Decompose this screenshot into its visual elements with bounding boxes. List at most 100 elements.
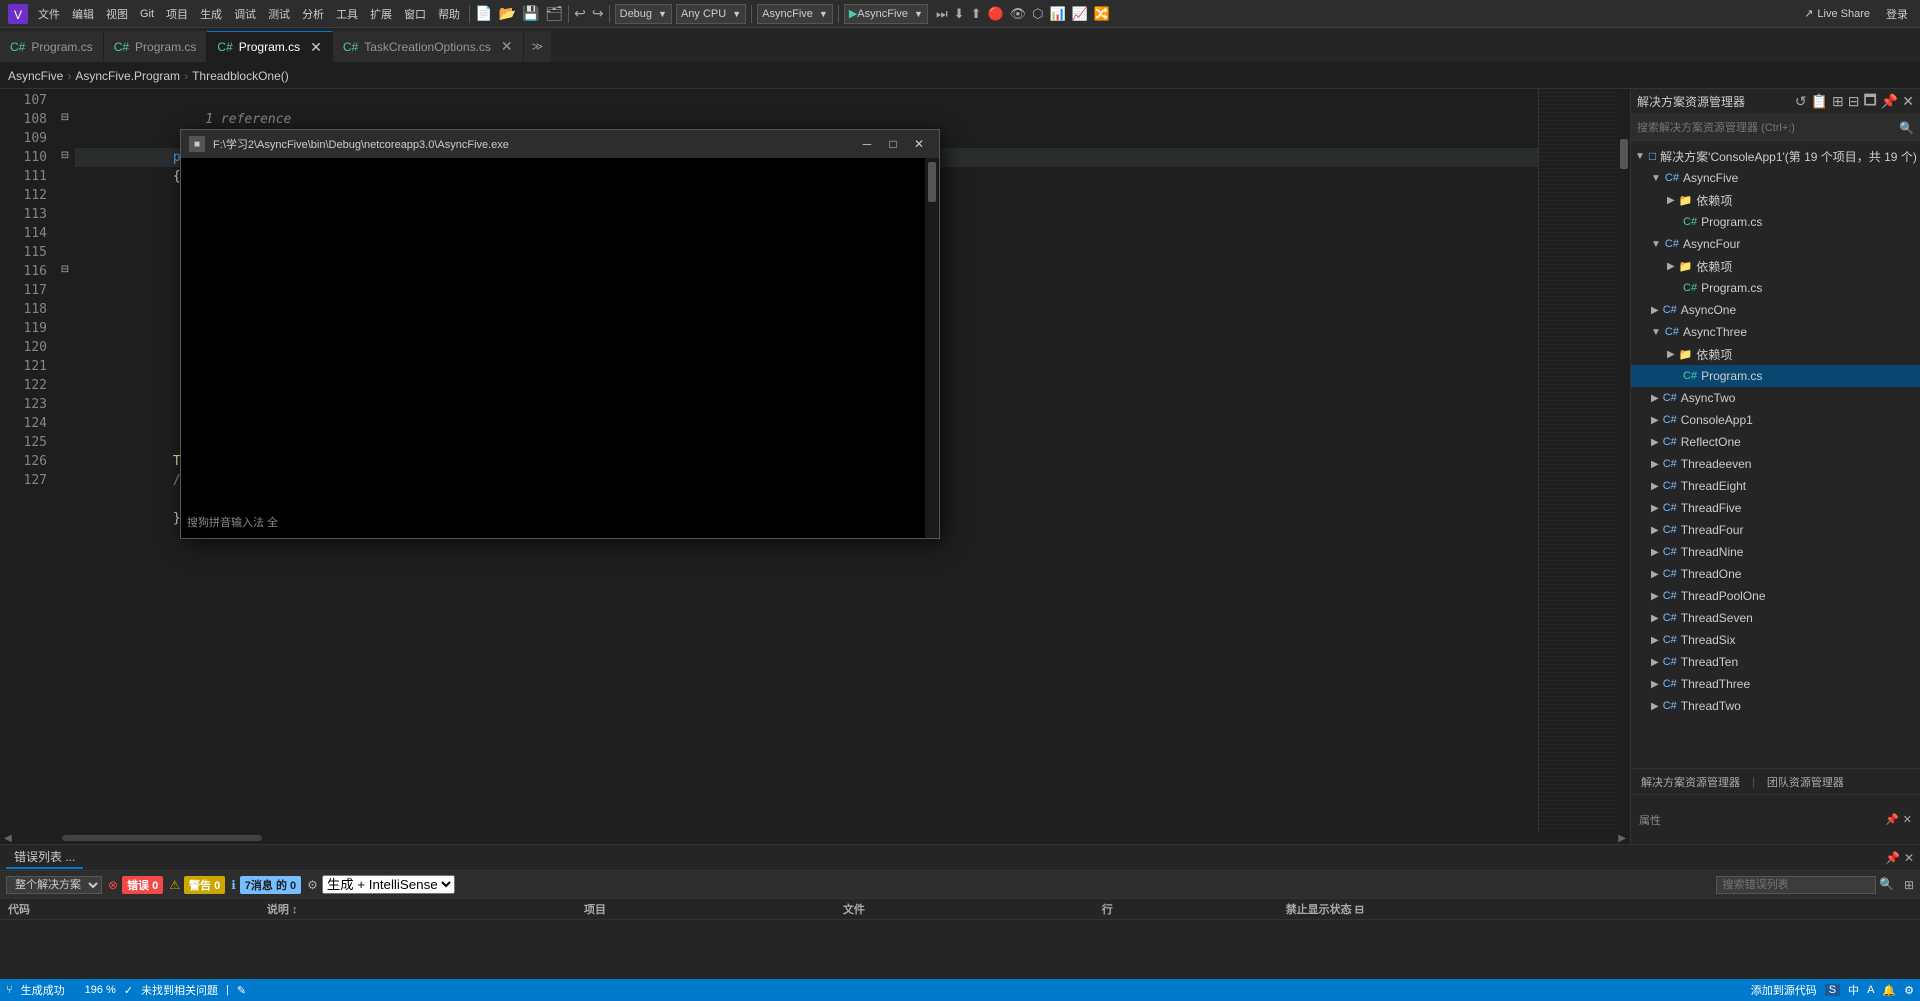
- asynctwo-expand[interactable]: ▶: [1651, 393, 1659, 404]
- tree-asyncthree-deps[interactable]: ▶ 📁 依赖项: [1631, 343, 1920, 365]
- error-search-input[interactable]: [1716, 876, 1876, 894]
- breadcrumb-ns[interactable]: AsyncFive: [8, 69, 63, 83]
- menu-file[interactable]: 文件: [32, 4, 66, 24]
- tree-threadfour[interactable]: ▶ C# ThreadFour: [1631, 519, 1920, 541]
- asyncfour-expand[interactable]: ▼: [1651, 239, 1661, 250]
- asyncone-expand[interactable]: ▶: [1651, 305, 1659, 316]
- vertical-scrollbar[interactable]: [1618, 89, 1630, 832]
- toolbar-step-out[interactable]: ⬆: [969, 6, 984, 22]
- scroll-left-arrow[interactable]: ◀: [4, 833, 12, 844]
- col-desc[interactable]: 说明 ↕: [259, 899, 576, 920]
- menu-debug[interactable]: 调试: [228, 4, 262, 24]
- toolbar-mem[interactable]: 📊: [1048, 6, 1068, 22]
- menu-tools[interactable]: 工具: [330, 4, 364, 24]
- scope-dropdown[interactable]: 整个解决方案: [6, 876, 102, 894]
- sync-icon[interactable]: ↺: [1795, 93, 1807, 110]
- info-badge[interactable]: 7消息 的 0: [240, 876, 301, 894]
- register-button[interactable]: 登录: [1878, 4, 1916, 24]
- console-scrollbar-thumb[interactable]: [928, 162, 936, 202]
- breadcrumb-class[interactable]: AsyncFive.Program: [75, 69, 180, 83]
- tab-program1[interactable]: C# Program.cs: [0, 31, 104, 62]
- menu-project[interactable]: 项目: [160, 4, 194, 24]
- project-dropdown[interactable]: AsyncFive ▼: [757, 4, 833, 24]
- toolbar-redo-icon[interactable]: ↪: [590, 5, 606, 22]
- solution-root[interactable]: ▼ □ 解决方案'ConsoleApp1'(第 19 个项目，共 19 个): [1631, 145, 1920, 167]
- col-suppress[interactable]: 禁止显示状态 ⊟: [1278, 899, 1920, 920]
- tree-asyncfour-program[interactable]: C# Program.cs: [1631, 277, 1920, 299]
- toolbar-new-icon[interactable]: 📄: [473, 5, 494, 22]
- error-list-tab[interactable]: 错误列表 ...: [6, 846, 83, 869]
- build-filter-dropdown[interactable]: 生成 + IntelliSense: [322, 875, 455, 894]
- tree-threadfive[interactable]: ▶ C# ThreadFive: [1631, 497, 1920, 519]
- zoom-level[interactable]: 196 %: [85, 984, 116, 996]
- notifications-icon[interactable]: 🔔: [1882, 984, 1896, 997]
- properties-pin-icon[interactable]: 📌: [1885, 813, 1899, 826]
- tab-close-4[interactable]: ✕: [501, 38, 513, 55]
- cpu-dropdown[interactable]: Any CPU ▼: [676, 4, 746, 24]
- toolbar-perf[interactable]: 📈: [1070, 6, 1090, 22]
- asyncfive-expand[interactable]: ▼: [1651, 173, 1661, 184]
- console-body[interactable]: 搜狗拼音输入法 全: [181, 158, 939, 538]
- threadthree-expand[interactable]: ▶: [1651, 679, 1659, 690]
- col-project[interactable]: 项目: [576, 899, 835, 920]
- tree-asyncfive-program[interactable]: C# Program.cs: [1631, 211, 1920, 233]
- toolbar-hex[interactable]: ⬡: [1030, 6, 1045, 22]
- threadpoolone-expand[interactable]: ▶: [1651, 591, 1659, 602]
- menu-window[interactable]: 窗口: [398, 4, 432, 24]
- toolbar-step-over[interactable]: ⏭: [934, 6, 950, 22]
- solution-search-input[interactable]: [1637, 122, 1899, 134]
- toolbar-open-icon[interactable]: 📂: [497, 5, 518, 22]
- tree-threadeeven[interactable]: ▶ C# Threadeeven: [1631, 453, 1920, 475]
- toolbar-breakpoints[interactable]: 🔴: [985, 6, 1005, 22]
- pin-bottom-icon[interactable]: 📌: [1885, 851, 1900, 865]
- tree-asyncfive[interactable]: ▼ C# AsyncFive: [1631, 167, 1920, 189]
- asyncthree-deps-expand[interactable]: ▶: [1667, 349, 1675, 360]
- threadfive-expand[interactable]: ▶: [1651, 503, 1659, 514]
- team-explorer-tab[interactable]: 团队资源管理器: [1763, 772, 1848, 792]
- threadseven-expand[interactable]: ▶: [1651, 613, 1659, 624]
- warning-badge[interactable]: 警告 0: [184, 876, 225, 894]
- new-solution-explorer-icon[interactable]: 🗖: [1864, 90, 1877, 114]
- console-close[interactable]: ✕: [907, 136, 931, 152]
- menu-test[interactable]: 测试: [262, 4, 296, 24]
- tree-threadnine[interactable]: ▶ C# ThreadNine: [1631, 541, 1920, 563]
- add-to-source[interactable]: 添加到源代码: [1751, 982, 1817, 998]
- tree-asyncone[interactable]: ▶ C# AsyncOne: [1631, 299, 1920, 321]
- search-icon-right[interactable]: 🔍: [1879, 877, 1894, 891]
- consoleapp1-expand[interactable]: ▶: [1651, 415, 1659, 426]
- properties-close-icon[interactable]: ✕: [1903, 813, 1912, 826]
- tree-threadtwo[interactable]: ▶ C# ThreadTwo: [1631, 695, 1920, 717]
- solution-explorer-tab[interactable]: 解决方案资源管理器: [1637, 772, 1744, 792]
- scroll-right-arrow[interactable]: ▶: [1618, 833, 1626, 844]
- menu-view[interactable]: 视图: [100, 4, 134, 24]
- tree-consoleapp1[interactable]: ▶ C# ConsoleApp1: [1631, 409, 1920, 431]
- collapse-116[interactable]: ⊟: [61, 264, 69, 275]
- live-share-button[interactable]: ↗ Live Share: [1796, 5, 1878, 22]
- settings-status-icon[interactable]: ⚙: [1904, 984, 1914, 997]
- deps-expand[interactable]: ▶: [1667, 195, 1675, 206]
- filter-icon[interactable]: ⊞: [1832, 93, 1844, 110]
- col-file[interactable]: 文件: [835, 899, 1094, 920]
- menu-help[interactable]: 帮助: [432, 4, 466, 24]
- tree-asyncthree-program[interactable]: C# Program.cs: [1631, 365, 1920, 387]
- close-panel-icon[interactable]: ✕: [1902, 93, 1914, 110]
- threadnine-expand[interactable]: ▶: [1651, 547, 1659, 558]
- toolbar-undo-icon[interactable]: ↩: [572, 5, 588, 22]
- start-dropdown[interactable]: ▶ AsyncFive ▼: [844, 4, 928, 24]
- collapse-108[interactable]: ⊟: [61, 112, 69, 123]
- show-all-icon[interactable]: 📋: [1811, 93, 1828, 110]
- asyncthree-expand[interactable]: ▼: [1651, 327, 1661, 338]
- tree-asynctwo[interactable]: ▶ C# AsyncTwo: [1631, 387, 1920, 409]
- solution-expand-icon[interactable]: ▼: [1635, 151, 1645, 162]
- tab-extra-menu[interactable]: ≫: [524, 31, 552, 62]
- tree-reflectone[interactable]: ▶ C# ReflectOne: [1631, 431, 1920, 453]
- tree-threadeight[interactable]: ▶ C# ThreadEight: [1631, 475, 1920, 497]
- threadeight-expand[interactable]: ▶: [1651, 481, 1659, 492]
- breadcrumb-method[interactable]: ThreadblockOne(): [192, 69, 289, 83]
- console-scrollbar[interactable]: [925, 158, 939, 538]
- tree-threadten[interactable]: ▶ C# ThreadTen: [1631, 651, 1920, 673]
- toolbar-step-in[interactable]: ⬇: [952, 6, 967, 22]
- scroll-thumb[interactable]: [62, 835, 262, 841]
- keyboard-icon[interactable]: A: [1867, 984, 1874, 996]
- tree-threadsix[interactable]: ▶ C# ThreadSix: [1631, 629, 1920, 651]
